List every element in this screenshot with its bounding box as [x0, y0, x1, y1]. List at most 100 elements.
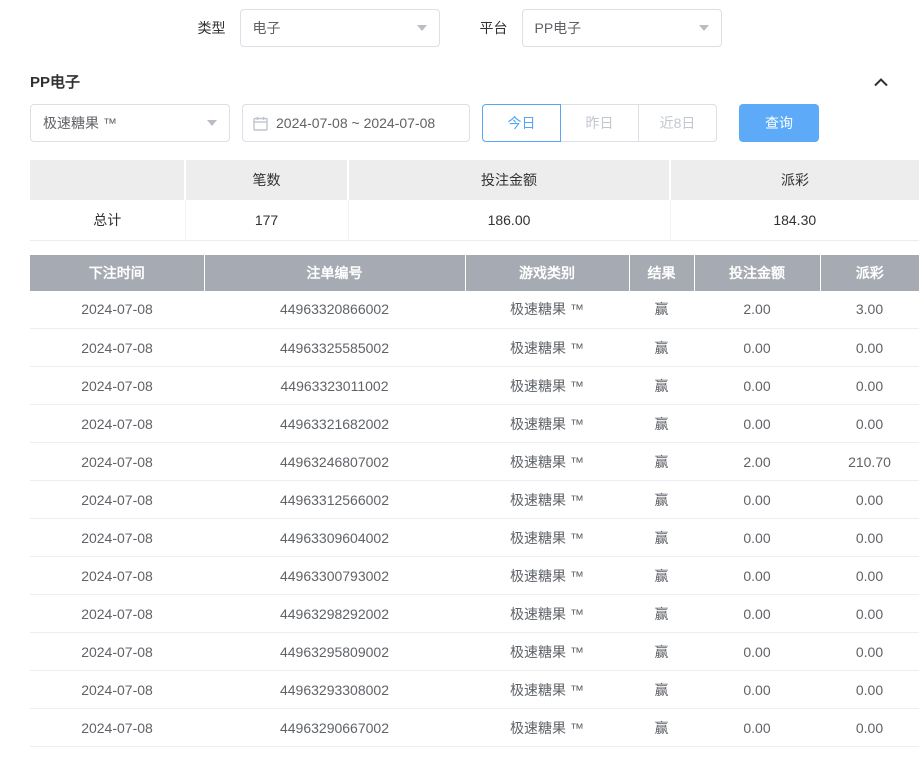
cell-bet-amount: 2.00: [694, 291, 820, 329]
cell-game-type: 极速糖果 ™: [465, 329, 629, 367]
cell-result: 赢: [629, 405, 694, 443]
cell-payout: 3.00: [820, 291, 919, 329]
cell-game-type: 极速糖果 ™: [465, 291, 629, 329]
records-tbody: 2024-07-08 44963320866002 极速糖果 ™ 赢 2.00 …: [30, 291, 919, 747]
cell-bet-id: 44963309604002: [204, 519, 465, 557]
tables-wrap: 笔数 投注金额 派彩 总计 177 186.00 184.30 下注时间 注单编…: [0, 160, 919, 747]
cell-bet-amount: 0.00: [694, 329, 820, 367]
summary-header-bet-amount: 投注金额: [348, 160, 670, 200]
cell-result: 赢: [629, 671, 694, 709]
game-select[interactable]: 极速糖果 ™: [30, 104, 230, 142]
cell-bet-time: 2024-07-08: [30, 709, 204, 747]
game-select-value: 极速糖果 ™: [43, 113, 117, 133]
cell-bet-time: 2024-07-08: [30, 481, 204, 519]
collapse-section-button[interactable]: [873, 77, 889, 87]
cell-bet-id: 44963300793002: [204, 557, 465, 595]
calendar-icon: [253, 116, 268, 131]
cell-bet-id: 44963321682002: [204, 405, 465, 443]
cell-payout: 0.00: [820, 519, 919, 557]
summary-total-row: 总计 177 186.00 184.30: [30, 200, 919, 240]
cell-bet-id: 44963325585002: [204, 329, 465, 367]
cell-result: 赢: [629, 557, 694, 595]
cell-bet-amount: 0.00: [694, 481, 820, 519]
cell-bet-id: 44963295809002: [204, 633, 465, 671]
today-button[interactable]: 今日: [482, 104, 561, 142]
cell-bet-amount: 0.00: [694, 367, 820, 405]
cell-payout: 210.70: [820, 443, 919, 481]
table-row: 2024-07-08 44963325585002 极速糖果 ™ 赢 0.00 …: [30, 329, 919, 367]
cell-game-type: 极速糖果 ™: [465, 519, 629, 557]
chevron-down-icon: [417, 25, 427, 31]
cell-payout: 0.00: [820, 671, 919, 709]
cell-bet-id: 44963320866002: [204, 291, 465, 329]
cell-result: 赢: [629, 709, 694, 747]
summary-total-label: 总计: [30, 200, 185, 240]
chevron-down-icon: [207, 120, 217, 126]
top-filter-bar: 类型 电子 平台 PP电子: [0, 0, 919, 57]
platform-select-value: PP电子: [535, 18, 582, 38]
summary-table: 笔数 投注金额 派彩 总计 177 186.00 184.30: [30, 160, 919, 241]
cell-bet-time: 2024-07-08: [30, 443, 204, 481]
section-title: PP电子: [30, 71, 80, 92]
cell-result: 赢: [629, 367, 694, 405]
records-header-result: 结果: [629, 255, 694, 291]
cell-result: 赢: [629, 595, 694, 633]
records-header-game-type: 游戏类别: [465, 255, 629, 291]
yesterday-button[interactable]: 昨日: [560, 104, 639, 142]
table-row: 2024-07-08 44963309604002 极速糖果 ™ 赢 0.00 …: [30, 519, 919, 557]
date-range-value: 2024-07-08 ~ 2024-07-08: [276, 115, 435, 131]
type-select-value: 电子: [253, 18, 281, 38]
table-row: 2024-07-08 44963320866002 极速糖果 ™ 赢 2.00 …: [30, 291, 919, 329]
type-select[interactable]: 电子: [240, 9, 440, 47]
cell-bet-amount: 2.00: [694, 443, 820, 481]
records-header-row: 下注时间 注单编号 游戏类别 结果 投注金额 派彩: [30, 255, 919, 291]
cell-game-type: 极速糖果 ™: [465, 633, 629, 671]
cell-bet-id: 44963290667002: [204, 709, 465, 747]
table-row: 2024-07-08 44963323011002 极速糖果 ™ 赢 0.00 …: [30, 367, 919, 405]
records-header-payout: 派彩: [820, 255, 919, 291]
search-button[interactable]: 查询: [739, 104, 819, 142]
cell-result: 赢: [629, 519, 694, 557]
cell-bet-id: 44963298292002: [204, 595, 465, 633]
cell-payout: 0.00: [820, 709, 919, 747]
last-8-days-button[interactable]: 近8日: [638, 104, 717, 142]
filter-row: 极速糖果 ™ 2024-07-08 ~ 2024-07-08 今日 昨日 近8日…: [0, 104, 919, 142]
cell-bet-amount: 0.00: [694, 519, 820, 557]
summary-total-bet-amount: 186.00: [348, 200, 670, 240]
type-label: 类型: [198, 18, 226, 38]
summary-header-count: 笔数: [185, 160, 348, 200]
cell-bet-amount: 0.00: [694, 557, 820, 595]
platform-select[interactable]: PP电子: [522, 9, 722, 47]
summary-total-payout: 184.30: [670, 200, 919, 240]
records-header-bet-amount: 投注金额: [694, 255, 820, 291]
cell-result: 赢: [629, 329, 694, 367]
cell-game-type: 极速糖果 ™: [465, 557, 629, 595]
table-row: 2024-07-08 44963246807002 极速糖果 ™ 赢 2.00 …: [30, 443, 919, 481]
cell-result: 赢: [629, 481, 694, 519]
cell-bet-id: 44963323011002: [204, 367, 465, 405]
table-row: 2024-07-08 44963295809002 极速糖果 ™ 赢 0.00 …: [30, 633, 919, 671]
summary-header-empty: [30, 160, 185, 200]
cell-bet-amount: 0.00: [694, 709, 820, 747]
quick-date-button-group: 今日 昨日 近8日: [482, 104, 717, 142]
cell-bet-time: 2024-07-08: [30, 557, 204, 595]
table-row: 2024-07-08 44963300793002 极速糖果 ™ 赢 0.00 …: [30, 557, 919, 595]
chevron-up-icon: [873, 77, 889, 87]
date-range-picker[interactable]: 2024-07-08 ~ 2024-07-08: [242, 104, 470, 142]
cell-payout: 0.00: [820, 329, 919, 367]
table-row: 2024-07-08 44963321682002 极速糖果 ™ 赢 0.00 …: [30, 405, 919, 443]
cell-bet-time: 2024-07-08: [30, 595, 204, 633]
cell-game-type: 极速糖果 ™: [465, 595, 629, 633]
cell-bet-amount: 0.00: [694, 595, 820, 633]
cell-game-type: 极速糖果 ™: [465, 443, 629, 481]
cell-bet-time: 2024-07-08: [30, 633, 204, 671]
cell-game-type: 极速糖果 ™: [465, 367, 629, 405]
cell-bet-amount: 0.00: [694, 405, 820, 443]
cell-game-type: 极速糖果 ™: [465, 405, 629, 443]
cell-bet-time: 2024-07-08: [30, 367, 204, 405]
cell-payout: 0.00: [820, 405, 919, 443]
cell-bet-time: 2024-07-08: [30, 519, 204, 557]
table-row: 2024-07-08 44963293308002 极速糖果 ™ 赢 0.00 …: [30, 671, 919, 709]
platform-label: 平台: [480, 18, 508, 38]
cell-result: 赢: [629, 291, 694, 329]
